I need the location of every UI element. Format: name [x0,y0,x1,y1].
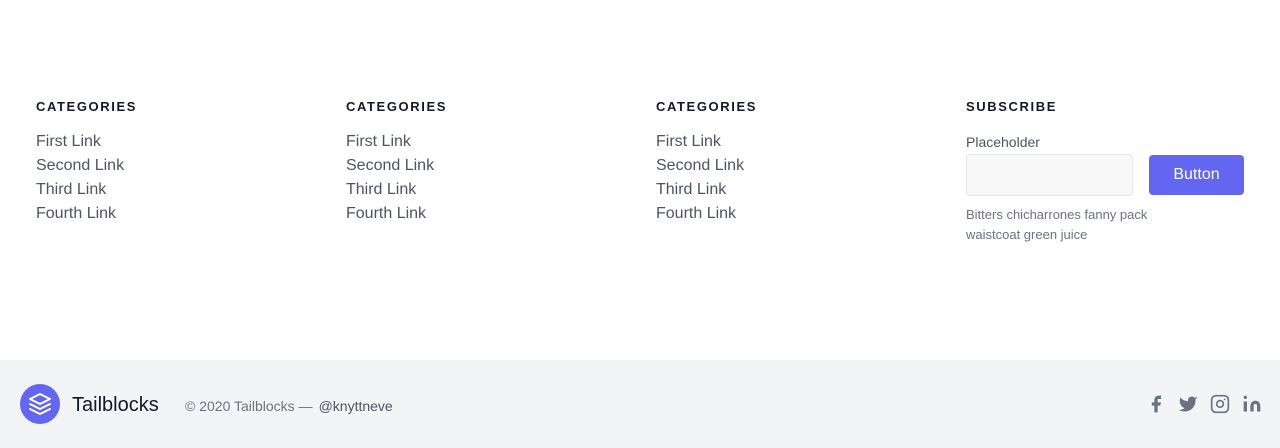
author-handle-link[interactable]: @knyttneve [319,398,393,414]
fourth-link[interactable]: Fourth Link [36,205,116,222]
first-link[interactable]: First Link [656,133,721,150]
second-link[interactable]: Second Link [346,157,434,174]
logo-icon[interactable] [20,384,60,424]
column-heading: CATEGORIES [36,99,137,114]
link-list: First Link Second Link Third Link Fourth… [346,130,626,226]
third-link[interactable]: Third Link [36,181,106,198]
link-column-2: CATEGORIES First Link Second Link Third … [346,98,626,226]
facebook-icon[interactable] [1146,394,1166,414]
first-link[interactable]: First Link [36,133,101,150]
second-link[interactable]: Second Link [36,157,124,174]
subscribe-heading: SUBSCRIBE [966,99,1057,114]
subscribe-field-label: Placeholder [966,134,1040,150]
column-heading: CATEGORIES [656,99,757,114]
subscribe-input[interactable] [966,154,1133,196]
third-link[interactable]: Third Link [346,181,416,198]
subscribe-form-row: Button [966,154,1246,196]
instagram-icon[interactable] [1210,394,1230,414]
copyright-label: © 2020 Tailblocks — [185,398,313,414]
copyright-text: © 2020 Tailblocks — @knyttneve [185,397,393,415]
layers-icon [29,393,51,415]
linkedin-icon[interactable] [1242,394,1262,414]
subscribe-button[interactable]: Button [1149,155,1244,195]
link-list: First Link Second Link Third Link Fourth… [36,130,316,226]
link-column-3: CATEGORIES First Link Second Link Third … [656,98,936,226]
column-heading: CATEGORIES [346,99,447,114]
footer-bar: Tailblocks © 2020 Tailblocks — @knyttneve [0,360,1280,448]
link-list: First Link Second Link Third Link Fourth… [656,130,936,226]
third-link[interactable]: Third Link [656,181,726,198]
link-column-1: CATEGORIES First Link Second Link Third … [36,98,316,226]
subscribe-help-text: Bitters chicharrones fanny pack waistcoa… [966,207,1148,242]
subscribe-column: SUBSCRIBE Placeholder Button Bitters chi… [966,98,1246,245]
twitter-icon[interactable] [1178,394,1198,414]
fourth-link[interactable]: Fourth Link [346,205,426,222]
first-link[interactable]: First Link [346,133,411,150]
social-links [1146,394,1262,414]
fourth-link[interactable]: Fourth Link [656,205,736,222]
footer-links-section: CATEGORIES First Link Second Link Third … [0,0,1280,360]
brand-name: Tailblocks [72,394,159,416]
second-link[interactable]: Second Link [656,157,744,174]
